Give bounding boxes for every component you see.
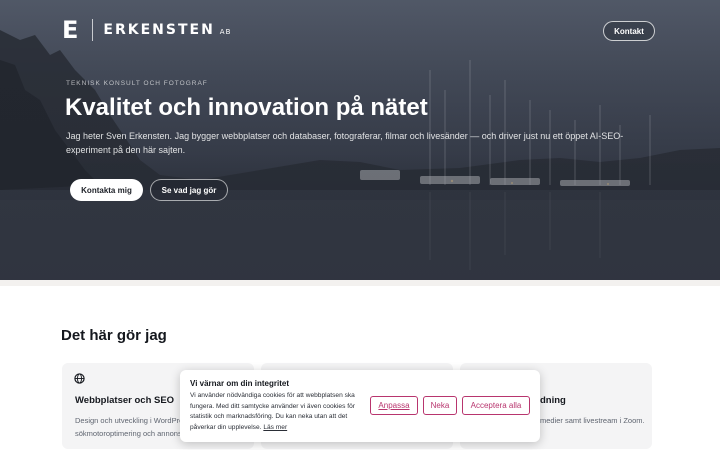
- cookie-deny-button[interactable]: Neka: [423, 396, 457, 415]
- globe-icon: [74, 373, 85, 384]
- service-card-text: medier samt livestream i Zoom.: [540, 416, 645, 425]
- section-divider: [0, 280, 720, 286]
- nav-contact-button[interactable]: Kontakt: [603, 21, 655, 41]
- cookie-accept-all-button[interactable]: Acceptera alla: [462, 396, 530, 415]
- hero-eyebrow: TEKNISK KONSULT OCH FOTOGRAF: [66, 80, 208, 87]
- contact-me-button[interactable]: Kontakta mig: [70, 179, 143, 201]
- logo-divider: [92, 19, 94, 41]
- site-logo[interactable]: E ERKENSTEN AB: [62, 18, 231, 42]
- see-services-button[interactable]: Se vad jag gör: [150, 179, 228, 201]
- hero-intro: Jag heter Sven Erkensten. Jag bygger web…: [66, 131, 624, 155]
- cookie-title: Vi värnar om din integritet: [190, 379, 289, 388]
- service-card-title: Webbplatser och SEO: [75, 395, 175, 406]
- cookie-description: Vi använder nödvändiga cookies för att w…: [190, 391, 362, 433]
- cookie-consent-banner: Vi värnar om din integritet Vi använder …: [180, 370, 540, 442]
- logo-suffix: AB: [219, 28, 232, 36]
- service-card-title: dning: [540, 395, 566, 406]
- services-title: Det här gör jag: [61, 327, 167, 344]
- read-more-link[interactable]: Läs mer: [263, 424, 287, 431]
- cookie-customize-button[interactable]: Anpassa: [370, 396, 418, 415]
- hero-section: E ERKENSTEN AB Kontakt TEKNISK KONSULT O…: [0, 0, 720, 280]
- logo-mark: E: [62, 16, 79, 44]
- logo-name: ERKENSTEN: [103, 22, 215, 38]
- hero-headline: Kvalitet och innovation på nätet: [65, 94, 428, 121]
